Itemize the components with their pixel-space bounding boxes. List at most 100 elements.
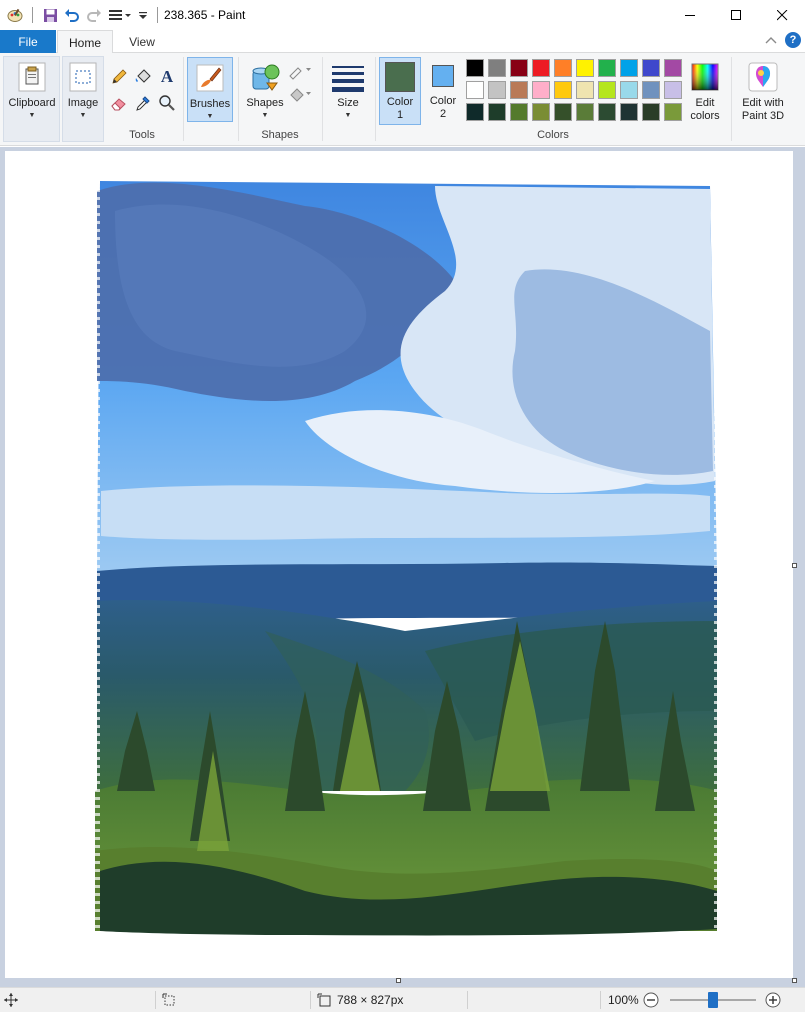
drawing-canvas[interactable] [5,151,793,978]
palette-swatch[interactable] [642,103,660,121]
palette-swatch[interactable] [466,103,484,121]
status-bar: 788 × 827px 100% [0,987,805,1012]
palette-swatch[interactable] [664,81,682,99]
palette-swatch[interactable] [598,81,616,99]
palette-swatch[interactable] [664,103,682,121]
edit-colors-button[interactable]: Edit colors [685,57,725,125]
palette-swatch[interactable] [554,103,572,121]
palette-swatch[interactable] [532,103,550,121]
ribbon-separator [322,57,323,141]
palette-swatch[interactable] [620,59,638,77]
palette-swatch[interactable] [488,59,506,77]
clipboard-label: Clipboard [8,97,56,109]
landscape-painting [94,181,720,936]
image-size-icon [317,993,331,1007]
palette-swatch[interactable] [510,81,528,99]
qat-separator [32,7,33,23]
color1-button[interactable]: Color 1 [379,57,421,125]
title-bar: 238.365 - Paint [0,0,805,30]
redo-icon[interactable] [85,6,103,24]
brushes-dropdown-icon: ▼ [206,113,214,120]
colors-group-label: Colors [537,129,569,141]
fill-style-icon[interactable] [288,85,312,105]
customize-qat-icon[interactable] [137,6,149,24]
tab-view[interactable]: View [116,30,168,53]
palette-swatch[interactable] [576,59,594,77]
palette-swatch[interactable] [598,103,616,121]
size-icon [332,61,364,93]
color2-number: 2 [439,108,447,120]
tab-file[interactable]: File [0,30,56,53]
close-button[interactable] [759,0,805,30]
palette-swatch[interactable] [532,81,550,99]
resize-handle-corner[interactable] [792,978,797,983]
status-divider [467,991,468,1009]
palette-swatch[interactable] [510,59,528,77]
palette-swatch[interactable] [642,59,660,77]
shapes-icon [249,61,281,93]
clipboard-dropdown-icon: ▼ [28,112,36,119]
size-button[interactable]: Size ▼ [326,57,370,127]
zoom-out-button[interactable] [643,988,659,1012]
palette-swatch[interactable] [620,103,638,121]
image-dropdown-icon: ▼ [79,112,87,119]
save-icon[interactable] [41,6,59,24]
help-icon[interactable]: ? [785,32,801,48]
zoom-slider-thumb[interactable] [708,992,718,1008]
clipboard-button[interactable]: Clipboard ▼ [4,57,60,127]
palette-swatch[interactable] [620,81,638,99]
color1-label: Color [386,96,414,108]
pencil-icon[interactable] [109,67,129,87]
resize-handle-bottom[interactable] [396,978,401,983]
palette-swatch[interactable] [488,103,506,121]
maximize-button[interactable] [713,0,759,30]
shapes-button[interactable]: Shapes ▼ [242,57,288,127]
undo-icon[interactable] [63,6,81,24]
ribbon: Clipboard ▼ Image ▼ A Tools Brushes ▼ Sh… [0,53,805,146]
palette-swatch[interactable] [664,59,682,77]
tools-group-label: Tools [129,129,155,141]
zoom-percent: 100% [608,993,639,1007]
palette-swatch[interactable] [466,81,484,99]
ribbon-separator [238,57,239,141]
paint3d-icon [747,61,779,93]
edit-colors-label-2: colors [690,110,720,122]
size-label: Size [337,97,359,109]
collapse-ribbon-icon[interactable] [765,33,777,47]
cursor-position-icon [4,988,18,1012]
palette-swatch[interactable] [488,81,506,99]
brushes-button[interactable]: Brushes ▼ [187,57,233,122]
zoom-in-button[interactable] [765,988,781,1012]
shapes-group-label: Shapes [261,129,299,141]
resize-handle-right[interactable] [792,563,797,568]
magnifier-icon[interactable] [157,93,177,113]
palette-swatch[interactable] [642,81,660,99]
palette-swatch[interactable] [576,103,594,121]
zoom-slider[interactable] [668,988,758,1012]
palette-swatch[interactable] [598,59,616,77]
color2-button[interactable]: Color 2 [423,57,463,125]
qat-separator [157,7,158,23]
ribbon-tab-extras: ? [765,32,801,48]
fill-icon[interactable] [133,67,153,87]
window-controls [667,0,805,30]
paint3d-button[interactable]: Edit with Paint 3D [735,57,791,127]
palette-swatch[interactable] [554,59,572,77]
paint-app-icon[interactable] [6,6,24,24]
palette-swatch[interactable] [554,81,572,99]
palette-swatch[interactable] [576,81,594,99]
palette-swatch[interactable] [466,59,484,77]
eraser-icon[interactable] [109,93,129,113]
clipboard-icon [16,61,48,93]
outline-icon[interactable] [288,61,312,81]
text-icon[interactable]: A [157,67,177,87]
image-button[interactable]: Image ▼ [62,57,104,127]
properties-icon[interactable] [107,6,133,24]
minimize-button[interactable] [667,0,713,30]
palette-swatch[interactable] [510,103,528,121]
color2-label: Color [429,95,457,107]
color1-number: 1 [396,109,404,121]
tab-home[interactable]: Home [57,30,113,54]
palette-swatch[interactable] [532,59,550,77]
color-picker-icon[interactable] [133,93,153,113]
